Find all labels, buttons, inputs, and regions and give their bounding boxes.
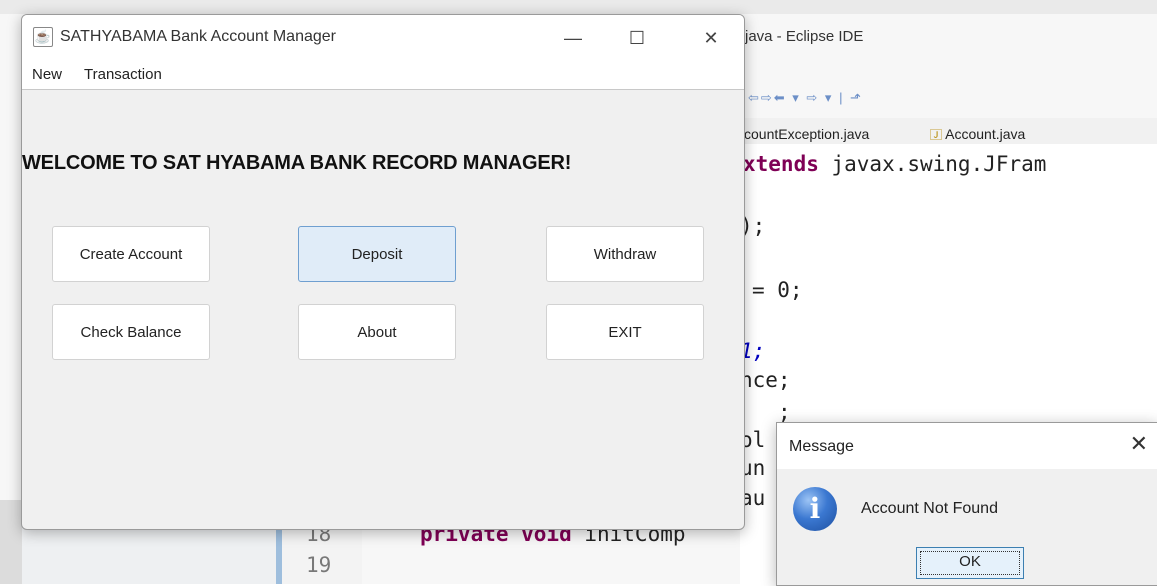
desktop-left-strip — [0, 500, 22, 584]
create-account-button[interactable]: Create Account — [52, 226, 210, 282]
ok-button[interactable]: OK — [916, 547, 1024, 579]
check-balance-button[interactable]: Check Balance — [52, 304, 210, 360]
window-title: SATHYABAMA Bank Account Manager — [60, 28, 336, 45]
tab-account-java[interactable]: 🄹 Account.java — [930, 126, 1025, 143]
message-dialog: Message ✕ i Account Not Found OK — [776, 422, 1157, 586]
window-titlebar[interactable]: ☕ SATHYABAMA Bank Account Manager — ☐ ✕ — [22, 15, 744, 61]
tab-count-exception[interactable]: countException.java — [744, 126, 869, 142]
deposit-button[interactable]: Deposit — [298, 226, 456, 282]
menu-new[interactable]: New — [32, 66, 62, 83]
dialog-close-icon[interactable]: ✕ — [1130, 431, 1148, 457]
exit-button[interactable]: EXIT — [546, 304, 704, 360]
info-icon: i — [793, 487, 837, 531]
close-button[interactable]: ✕ — [691, 23, 731, 53]
java-app-icon: ☕ — [33, 27, 53, 47]
java-file-icon: 🄹 — [930, 128, 943, 142]
withdraw-button[interactable]: Withdraw — [546, 226, 704, 282]
dialog-title: Message — [789, 438, 854, 455]
eclipse-toolbar[interactable]: ⇦⇨⬅ ▾ ⇨ ▾ | ⬏ — [748, 90, 863, 106]
code-line: = 0; — [752, 278, 803, 302]
code-keyword: xtends — [743, 152, 819, 176]
dialog-titlebar[interactable]: Message ✕ — [777, 423, 1157, 469]
code-line-extends: xtends javax.swing.JFram — [743, 152, 1046, 176]
dialog-message: Account Not Found — [861, 500, 998, 517]
bank-manager-window: ☕ SATHYABAMA Bank Account Manager — ☐ ✕ … — [21, 14, 745, 530]
about-button[interactable]: About — [298, 304, 456, 360]
welcome-heading: WELCOME TO SAT HYABAMA BANK RECORD MANAG… — [22, 152, 572, 174]
menu-transaction[interactable]: Transaction — [84, 66, 162, 83]
maximize-button[interactable]: ☐ — [617, 23, 657, 53]
code-text: javax.swing.JFram — [818, 152, 1047, 176]
line-number: 19 — [306, 553, 332, 577]
eclipse-title: java - Eclipse IDE — [745, 28, 864, 45]
eclipse-editor-tabs: countException.java 🄹 Account.java — [740, 118, 1157, 144]
menu-bar: New Transaction — [22, 61, 744, 90]
minimize-button[interactable]: — — [553, 23, 593, 53]
desktop-top-strip — [0, 0, 1157, 14]
tab-account-java-label: Account.java — [945, 126, 1026, 142]
focus-outline — [920, 551, 1020, 575]
code-line: nce; — [740, 368, 791, 392]
code-line: ; — [778, 400, 791, 424]
